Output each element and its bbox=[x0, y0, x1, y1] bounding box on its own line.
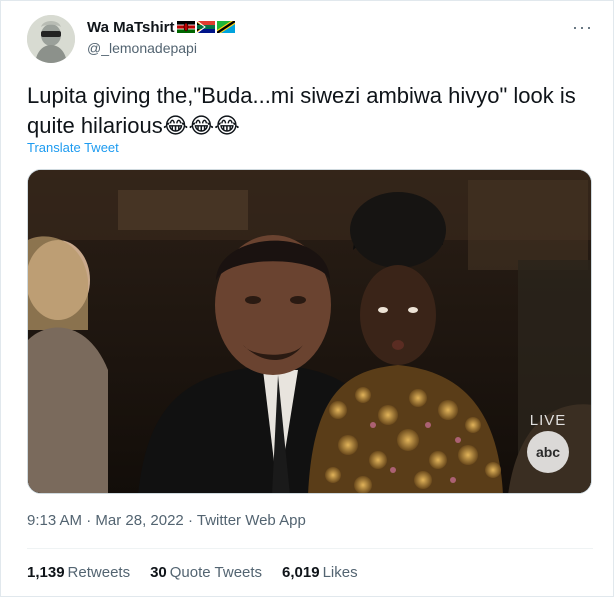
user-handle[interactable]: @_lemonadepapi bbox=[87, 40, 197, 56]
meta-separator-2: · bbox=[187, 512, 193, 529]
live-label: LIVE bbox=[529, 412, 567, 429]
retweets-label: Retweets bbox=[67, 564, 131, 581]
translate-tweet-link[interactable]: Translate Tweet bbox=[27, 140, 119, 155]
likes-stat[interactable]: 6,019 Likes bbox=[282, 564, 358, 581]
author-name-row[interactable]: Wa MaTshirt bbox=[87, 17, 235, 37]
likes-label: Likes bbox=[322, 564, 358, 581]
media-photo bbox=[28, 170, 591, 493]
quote-tweets-count: 30 bbox=[150, 564, 167, 581]
abc-logo-text: abc bbox=[535, 444, 561, 460]
tweet-time[interactable]: 9:13 AM bbox=[27, 512, 82, 529]
avatar[interactable] bbox=[27, 15, 75, 63]
retweets-count: 1,139 bbox=[27, 564, 65, 581]
abc-logo-icon: abc bbox=[527, 431, 569, 473]
live-badge: LIVE abc bbox=[527, 412, 569, 473]
engagement-stats: 1,139 Retweets 30 Quote Tweets 6,019 Likes bbox=[27, 564, 358, 581]
laughing-emoji-icon: 😂😂😂 bbox=[162, 114, 240, 139]
divider bbox=[27, 548, 593, 549]
likes-count: 6,019 bbox=[282, 564, 320, 581]
tweet-body: Lupita giving the,"Buda...mi siwezi ambi… bbox=[27, 83, 576, 138]
quote-tweets-stat[interactable]: 30 Quote Tweets bbox=[150, 564, 262, 581]
tweet-source[interactable]: Twitter Web App bbox=[197, 512, 306, 529]
tweet-card: Wa MaTshirt @_lemonadepapi ··· Lupita gi… bbox=[0, 0, 614, 597]
flag-emojis bbox=[176, 21, 235, 33]
kenya-flag-icon bbox=[176, 21, 195, 33]
tweet-metadata: 9:13 AM · Mar 28, 2022 · Twitter Web App bbox=[27, 512, 306, 529]
more-options-icon[interactable]: ··· bbox=[572, 17, 593, 38]
retweets-stat[interactable]: 1,139 Retweets bbox=[27, 564, 130, 581]
display-name[interactable]: Wa MaTshirt bbox=[87, 19, 175, 36]
tweet-date[interactable]: Mar 28, 2022 bbox=[95, 512, 183, 529]
tweet-media-image[interactable]: LIVE abc bbox=[27, 169, 592, 494]
quote-tweets-label: Quote Tweets bbox=[169, 564, 263, 581]
south-africa-flag-icon bbox=[196, 21, 215, 33]
tanzania-flag-icon bbox=[216, 21, 235, 33]
meta-separator: · bbox=[86, 512, 92, 529]
avatar-image bbox=[27, 15, 75, 63]
tweet-text: Lupita giving the,"Buda...mi siwezi ambi… bbox=[27, 81, 597, 142]
